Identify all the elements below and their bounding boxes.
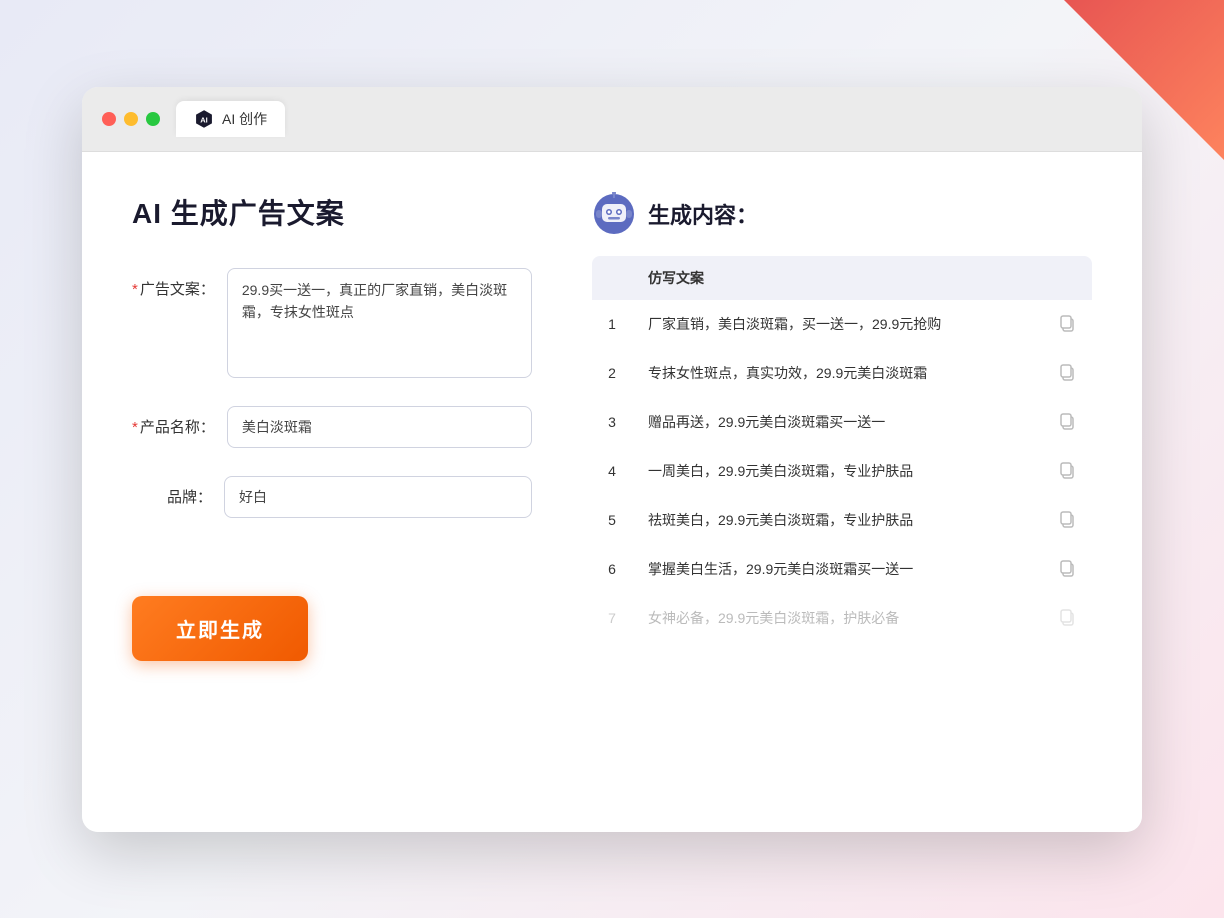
brand-label: 品牌：: [132, 476, 212, 507]
product-name-label: *产品名称：: [132, 406, 215, 437]
maximize-button[interactable]: [146, 112, 160, 126]
row-number: 5: [592, 496, 632, 545]
table-row: 7女神必备，29.9元美白淡斑霜，护肤必备: [592, 594, 1092, 643]
result-header: 生成内容：: [592, 192, 1092, 236]
copy-icon[interactable]: [1058, 412, 1076, 430]
product-name-input[interactable]: [227, 406, 532, 448]
robot-icon: [592, 192, 636, 236]
table-row: 6掌握美白生活，29.9元美白淡斑霜买一送一: [592, 545, 1092, 594]
ad-copy-required: *: [132, 281, 138, 298]
row-text: 厂家直销，美白淡斑霜，买一送一，29.9元抢购: [632, 300, 1042, 349]
ai-tab[interactable]: AI AI 创作: [176, 101, 285, 137]
copy-button-cell[interactable]: [1042, 349, 1092, 398]
row-number: 1: [592, 300, 632, 349]
copy-icon[interactable]: [1058, 363, 1076, 381]
col-text-header: 仿写文案: [632, 256, 1042, 300]
row-number: 3: [592, 398, 632, 447]
table-row: 3赠品再送，29.9元美白淡斑霜买一送一: [592, 398, 1092, 447]
close-button[interactable]: [102, 112, 116, 126]
table-row: 1厂家直销，美白淡斑霜，买一送一，29.9元抢购: [592, 300, 1092, 349]
copy-button-cell[interactable]: [1042, 447, 1092, 496]
right-panel: 生成内容： 仿写文案 1厂家直销，美白淡斑霜，买一送一，29.9元抢购 2专抹女…: [572, 192, 1092, 792]
minimize-button[interactable]: [124, 112, 138, 126]
svg-text:AI: AI: [200, 115, 208, 124]
product-name-group: *产品名称：: [132, 406, 532, 448]
main-content: AI 生成广告文案 *广告文案： *产品名称： 品牌： 立即生成: [82, 152, 1142, 832]
left-panel: AI 生成广告文案 *广告文案： *产品名称： 品牌： 立即生成: [132, 192, 572, 792]
brand-group: 品牌：: [132, 476, 532, 518]
product-name-required: *: [132, 419, 138, 436]
row-number: 2: [592, 349, 632, 398]
ai-tab-icon: AI: [194, 109, 214, 129]
copy-icon[interactable]: [1058, 559, 1076, 577]
page-title: AI 生成广告文案: [132, 192, 532, 232]
generate-button[interactable]: 立即生成: [132, 596, 308, 661]
copy-button-cell[interactable]: [1042, 398, 1092, 447]
copy-button-cell[interactable]: [1042, 496, 1092, 545]
row-text: 专抹女性斑点，真实功效，29.9元美白淡斑霜: [632, 349, 1042, 398]
copy-icon[interactable]: [1058, 314, 1076, 332]
col-action-header: [1042, 256, 1092, 300]
result-table: 仿写文案 1厂家直销，美白淡斑霜，买一送一，29.9元抢购 2专抹女性斑点，真实…: [592, 256, 1092, 643]
result-title: 生成内容：: [648, 198, 758, 230]
browser-window: AI AI 创作 AI 生成广告文案 *广告文案： *产品名称：: [82, 87, 1142, 832]
row-number: 7: [592, 594, 632, 643]
copy-icon[interactable]: [1058, 461, 1076, 479]
tab-label: AI 创作: [222, 109, 267, 129]
ad-copy-group: *广告文案：: [132, 268, 532, 378]
row-text: 赠品再送，29.9元美白淡斑霜买一送一: [632, 398, 1042, 447]
row-text: 掌握美白生活，29.9元美白淡斑霜买一送一: [632, 545, 1042, 594]
row-text: 一周美白，29.9元美白淡斑霜，专业护肤品: [632, 447, 1042, 496]
title-bar: AI AI 创作: [82, 87, 1142, 152]
ad-copy-input[interactable]: [227, 268, 532, 378]
col-num-header: [592, 256, 632, 300]
row-text: 祛斑美白，29.9元美白淡斑霜，专业护肤品: [632, 496, 1042, 545]
row-number: 6: [592, 545, 632, 594]
row-number: 4: [592, 447, 632, 496]
ad-copy-label: *广告文案：: [132, 268, 215, 299]
table-row: 4一周美白，29.9元美白淡斑霜，专业护肤品: [592, 447, 1092, 496]
traffic-lights: [102, 112, 160, 126]
brand-input[interactable]: [224, 476, 532, 518]
copy-button-cell[interactable]: [1042, 300, 1092, 349]
table-row: 2专抹女性斑点，真实功效，29.9元美白淡斑霜: [592, 349, 1092, 398]
row-text: 女神必备，29.9元美白淡斑霜，护肤必备: [632, 594, 1042, 643]
copy-button-cell[interactable]: [1042, 594, 1092, 643]
copy-icon[interactable]: [1058, 510, 1076, 528]
copy-icon[interactable]: [1058, 608, 1076, 626]
table-row: 5祛斑美白，29.9元美白淡斑霜，专业护肤品: [592, 496, 1092, 545]
copy-button-cell[interactable]: [1042, 545, 1092, 594]
